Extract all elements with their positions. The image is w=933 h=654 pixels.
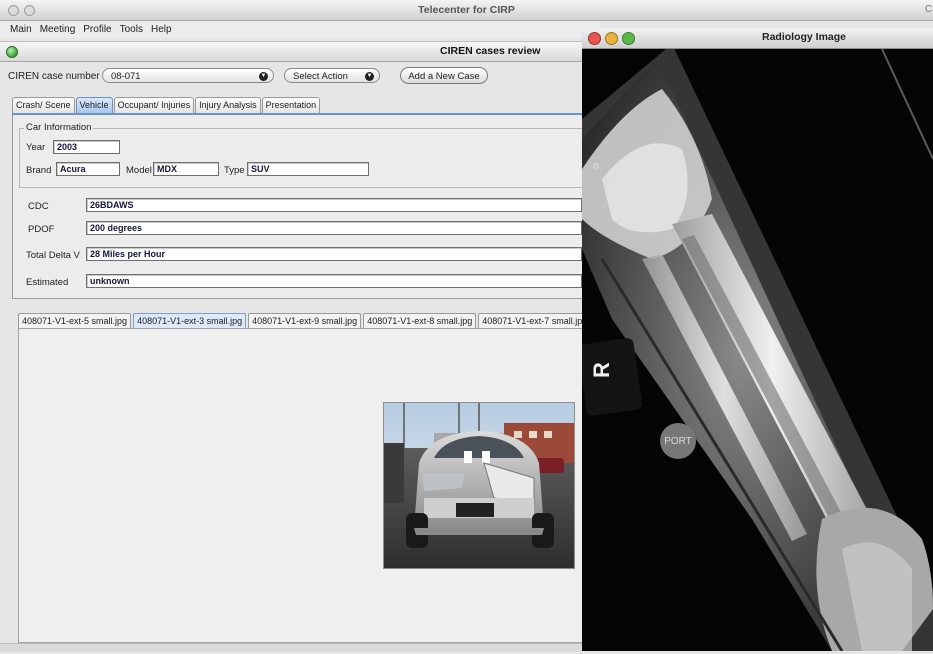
window-status-icon[interactable] bbox=[6, 46, 18, 58]
brand-label: Brand bbox=[26, 165, 52, 176]
estimated-label: Estimated bbox=[26, 277, 69, 288]
type-label: Type bbox=[224, 165, 245, 176]
image-tab-ext-3[interactable]: 408071-V1-ext-3 small.jpg bbox=[133, 313, 247, 328]
menu-profile[interactable]: Profile bbox=[79, 21, 115, 35]
tab-vehicle[interactable]: Vehicle bbox=[75, 97, 113, 113]
car-information-group bbox=[19, 128, 582, 188]
estimated-field[interactable]: unknown bbox=[86, 274, 582, 288]
xray-marker-r: R bbox=[589, 362, 614, 378]
cases-review-title: CIREN cases review bbox=[440, 45, 541, 57]
image-tabs: 408071-V1-ext-5 small.jpg 408071-V1-ext-… bbox=[18, 313, 588, 328]
image-tab-ext-5[interactable]: 408071-V1-ext-5 small.jpg bbox=[18, 313, 132, 328]
menu-help[interactable]: Help bbox=[147, 21, 176, 35]
image-tab-ext-8[interactable]: 408071-V1-ext-8 small.jpg bbox=[363, 313, 477, 328]
zoom-icon[interactable] bbox=[622, 32, 635, 45]
year-label: Year bbox=[26, 142, 46, 153]
cdc-label: CDC bbox=[28, 201, 49, 212]
cases-review-titlebar: CIREN cases review bbox=[0, 41, 582, 62]
radiology-titlebar: Radiology Image bbox=[582, 28, 933, 49]
menu-tools[interactable]: Tools bbox=[116, 21, 147, 35]
case-number-label: CIREN case number bbox=[8, 71, 100, 82]
radiology-window-controls bbox=[588, 32, 635, 45]
model-label: Model bbox=[126, 165, 152, 176]
cdc-field[interactable]: 26BDAWS bbox=[86, 198, 582, 212]
close-icon[interactable] bbox=[588, 32, 601, 45]
tab-crash-scene[interactable]: Crash/ Scene bbox=[12, 97, 75, 113]
tab-injury-analysis[interactable]: Injury Analysis bbox=[195, 97, 261, 113]
case-number-value: 08-071 bbox=[111, 71, 141, 82]
app-title: Telecenter for CIRP bbox=[418, 4, 515, 16]
add-new-case-button[interactable]: Add a New Case bbox=[400, 67, 488, 84]
menu-main[interactable]: Main bbox=[6, 21, 36, 35]
radiology-image: R PORT bbox=[578, 44, 933, 652]
image-tab-ext-9[interactable]: 408071-V1-ext-9 small.jpg bbox=[248, 313, 362, 328]
minimize-icon[interactable] bbox=[605, 32, 618, 45]
menu-bar: Main Meeting Profile Tools Help bbox=[0, 21, 600, 38]
radiology-title: Radiology Image bbox=[762, 31, 847, 43]
year-field[interactable]: 2003 bbox=[53, 140, 120, 154]
pdof-label: PDOF bbox=[28, 224, 55, 235]
vehicle-photo bbox=[383, 402, 575, 569]
pdof-field[interactable]: 200 degrees bbox=[86, 221, 582, 235]
menu-meeting[interactable]: Meeting bbox=[36, 21, 80, 35]
model-field[interactable]: MDX bbox=[153, 162, 219, 176]
total-delta-v-field[interactable]: 28 Miles per Hour bbox=[86, 247, 582, 261]
car-information-legend: Car Information bbox=[24, 122, 94, 133]
tab-panel-divider bbox=[12, 113, 582, 115]
select-action-label: Select Action bbox=[293, 71, 348, 82]
select-action-dropdown[interactable]: Select Action ▼ bbox=[284, 68, 380, 83]
type-field[interactable]: SUV bbox=[247, 162, 369, 176]
tab-occupant-injuries[interactable]: Occupant/ Injuries bbox=[113, 97, 195, 113]
chevron-down-icon: ▼ bbox=[365, 72, 374, 81]
radiology-window: Radiology Image R PORT bbox=[578, 28, 933, 652]
image-tab-ext-7[interactable]: 408071-V1-ext-7 small.jp bbox=[478, 313, 587, 328]
chevron-down-icon: ▼ bbox=[259, 72, 268, 81]
xray-marker-port: PORT bbox=[664, 436, 692, 447]
total-delta-v-label: Total Delta V bbox=[26, 250, 80, 261]
main-titlebar: Telecenter for CIRP bbox=[0, 0, 933, 21]
case-number-select[interactable]: 08-071 ▼ bbox=[102, 68, 274, 83]
brand-field[interactable]: Acura bbox=[56, 162, 120, 176]
case-tabs: Crash/ Scene Vehicle Occupant/ Injuries … bbox=[12, 97, 321, 113]
offscreen-title-fragment: C bbox=[925, 4, 933, 15]
tab-presentation[interactable]: Presentation bbox=[261, 97, 321, 113]
